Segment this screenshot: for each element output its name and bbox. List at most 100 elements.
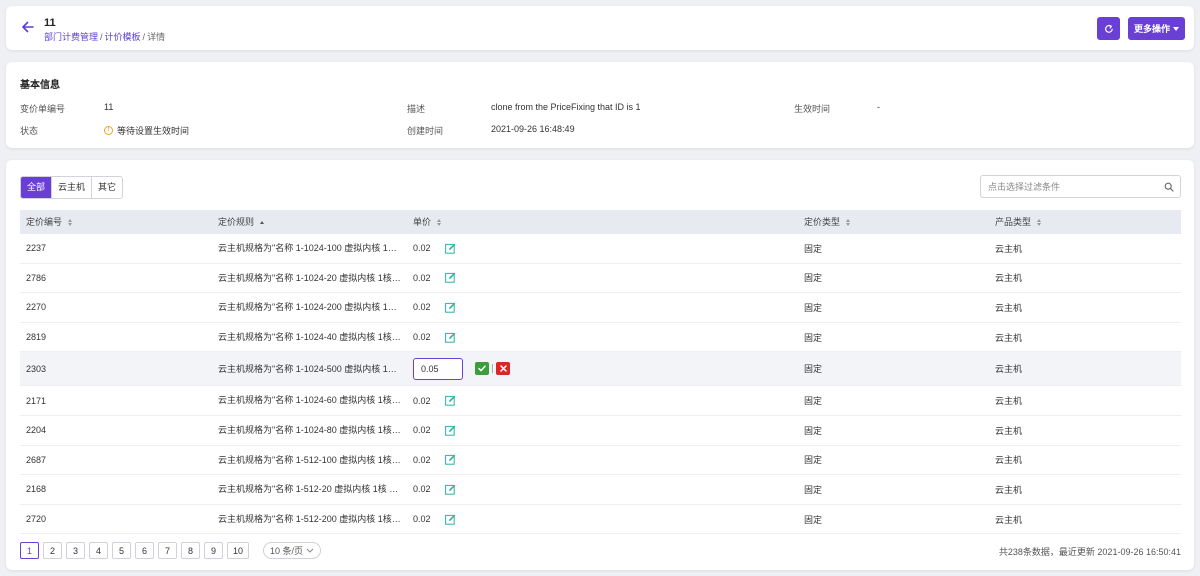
price-value: 0.02	[413, 514, 431, 525]
column-header-product[interactable]: 产品类型	[995, 210, 1042, 234]
cell-type: 固定	[804, 396, 823, 407]
effective-value: -	[877, 102, 880, 112]
table-row: 2168 云主机规格为"名称 1-512-20 虚拟内核 1核 内存 512MB…	[20, 475, 1181, 505]
price-value: 0.02	[413, 272, 431, 283]
price-value: 0.02	[413, 243, 431, 254]
column-header-price[interactable]: 单价	[413, 210, 442, 234]
price-value: 0.02	[413, 395, 431, 406]
desc-value: clone from the PriceFixing that ID is 1	[491, 102, 641, 112]
status-value: ! 等待设置生效时间	[104, 124, 189, 137]
column-header-type[interactable]: 定价类型	[804, 210, 851, 234]
divider	[492, 364, 493, 374]
edit-icon[interactable]	[444, 302, 456, 313]
more-actions-button[interactable]: 更多操作	[1128, 17, 1185, 40]
cell-id: 2171	[26, 395, 47, 406]
column-header-label: 单价	[413, 217, 432, 227]
cell-price: 0.02	[413, 475, 456, 504]
tab-other[interactable]: 其它	[92, 177, 123, 198]
cell-price: 0.02	[413, 416, 456, 445]
page-button[interactable]: 6	[135, 542, 154, 559]
page-button[interactable]: 9	[204, 542, 223, 559]
cell-id: 2786	[26, 272, 47, 283]
edit-icon[interactable]	[444, 425, 456, 436]
cell-price: 0.02	[413, 293, 456, 322]
cell-product: 云主机	[995, 455, 1023, 466]
breadcrumb-dept-billing[interactable]: 部门计费管理	[44, 32, 98, 42]
price-edit-input[interactable]	[413, 357, 463, 380]
cell-id: 2237	[26, 243, 47, 254]
cell-rule: 云主机规格为"名称 1-1024-60 虚拟内核 1核 内存 1024MB"	[218, 395, 403, 406]
page-button[interactable]: 1	[20, 542, 39, 559]
column-header-id[interactable]: 定价编号	[26, 210, 73, 234]
table-row: 2237 云主机规格为"名称 1-1024-100 虚拟内核 1核 内存 102…	[20, 234, 1181, 264]
cell-type: 固定	[804, 332, 823, 343]
edit-icon[interactable]	[444, 272, 456, 284]
tab-all[interactable]: 全部	[21, 177, 53, 198]
cell-rule: 云主机规格为"名称 1-1024-40 虚拟内核 1核 内存 1024MB"	[218, 331, 403, 342]
page-button[interactable]: 8	[181, 542, 200, 559]
id-label: 变价单编号	[20, 104, 66, 114]
tab-vm[interactable]: 云主机	[52, 177, 93, 198]
filter-search-input[interactable]	[981, 176, 1161, 197]
cell-price: 0.02	[413, 446, 456, 475]
cell-type: 固定	[804, 302, 823, 313]
edit-icon[interactable]	[444, 484, 456, 495]
table-row: 2687 云主机规格为"名称 1-512-100 虚拟内核 1核 内存 512M…	[20, 446, 1181, 476]
sort-icon	[437, 218, 442, 226]
cell-price: 0.02	[413, 386, 456, 415]
price-value: 0.02	[413, 484, 431, 495]
cell-id: 2819	[26, 332, 47, 343]
cell-price: 0.02	[413, 505, 456, 534]
page-button[interactable]: 7	[158, 542, 177, 559]
column-header-label: 产品类型	[995, 217, 1032, 227]
close-icon	[499, 365, 507, 373]
edit-icon[interactable]	[444, 243, 456, 254]
breadcrumb-price-template[interactable]: 计价模板	[105, 32, 141, 42]
id-value: 11	[104, 102, 114, 112]
filter-search	[980, 175, 1181, 198]
section-title: 基本信息	[20, 80, 60, 91]
confirm-button[interactable]	[475, 362, 489, 376]
edit-icon[interactable]	[444, 395, 456, 406]
page-size-value: 10 条/页	[270, 546, 304, 556]
cell-type: 固定	[804, 273, 823, 284]
search-icon[interactable]	[1164, 182, 1174, 192]
column-header-rule[interactable]: 定价规则	[218, 210, 265, 234]
check-icon	[478, 365, 486, 372]
page-button[interactable]: 2	[43, 542, 62, 559]
price-value: 0.02	[413, 302, 431, 313]
cell-type: 固定	[804, 484, 823, 495]
edit-icon[interactable]	[444, 514, 456, 525]
column-header-label: 定价类型	[804, 217, 841, 227]
cell-rule: 云主机规格为"名称 1-512-200 虚拟内核 1核 内存 512MB"	[218, 513, 403, 524]
chevron-down-icon	[306, 548, 314, 553]
cell-product: 云主机	[995, 396, 1023, 407]
cell-id: 2720	[26, 514, 47, 525]
cell-product: 云主机	[995, 425, 1023, 436]
column-header-label: 定价规则	[218, 217, 255, 227]
page-button[interactable]: 5	[112, 542, 131, 559]
cell-id: 2204	[26, 425, 47, 436]
sort-asc-icon	[260, 220, 265, 224]
warning-icon: !	[104, 126, 113, 135]
cancel-button[interactable]	[496, 362, 510, 376]
price-value: 0.02	[413, 425, 431, 436]
cell-product: 云主机	[995, 302, 1023, 313]
cell-product: 云主机	[995, 364, 1023, 375]
cell-rule: 云主机规格为"名称 1-512-100 虚拟内核 1核 内存 512MB"	[218, 454, 403, 465]
table-row-editing: 2303 云主机规格为"名称 1-1024-500 虚拟内核 1核 内存 102…	[20, 352, 1181, 387]
edit-icon[interactable]	[444, 332, 456, 343]
sort-icon	[1037, 218, 1042, 226]
desc-label: 描述	[407, 104, 426, 114]
edit-icon[interactable]	[444, 454, 456, 466]
cell-product: 云主机	[995, 243, 1023, 254]
refresh-button[interactable]	[1097, 17, 1120, 40]
page-button[interactable]: 3	[66, 542, 85, 559]
page-button[interactable]: 4	[89, 542, 108, 559]
back-button[interactable]	[18, 17, 38, 37]
status-label: 状态	[20, 126, 39, 136]
caret-down-icon	[1173, 26, 1179, 31]
cell-product: 云主机	[995, 273, 1023, 284]
page-button[interactable]: 10	[227, 542, 249, 559]
page-size-select[interactable]: 10 条/页	[263, 542, 322, 559]
